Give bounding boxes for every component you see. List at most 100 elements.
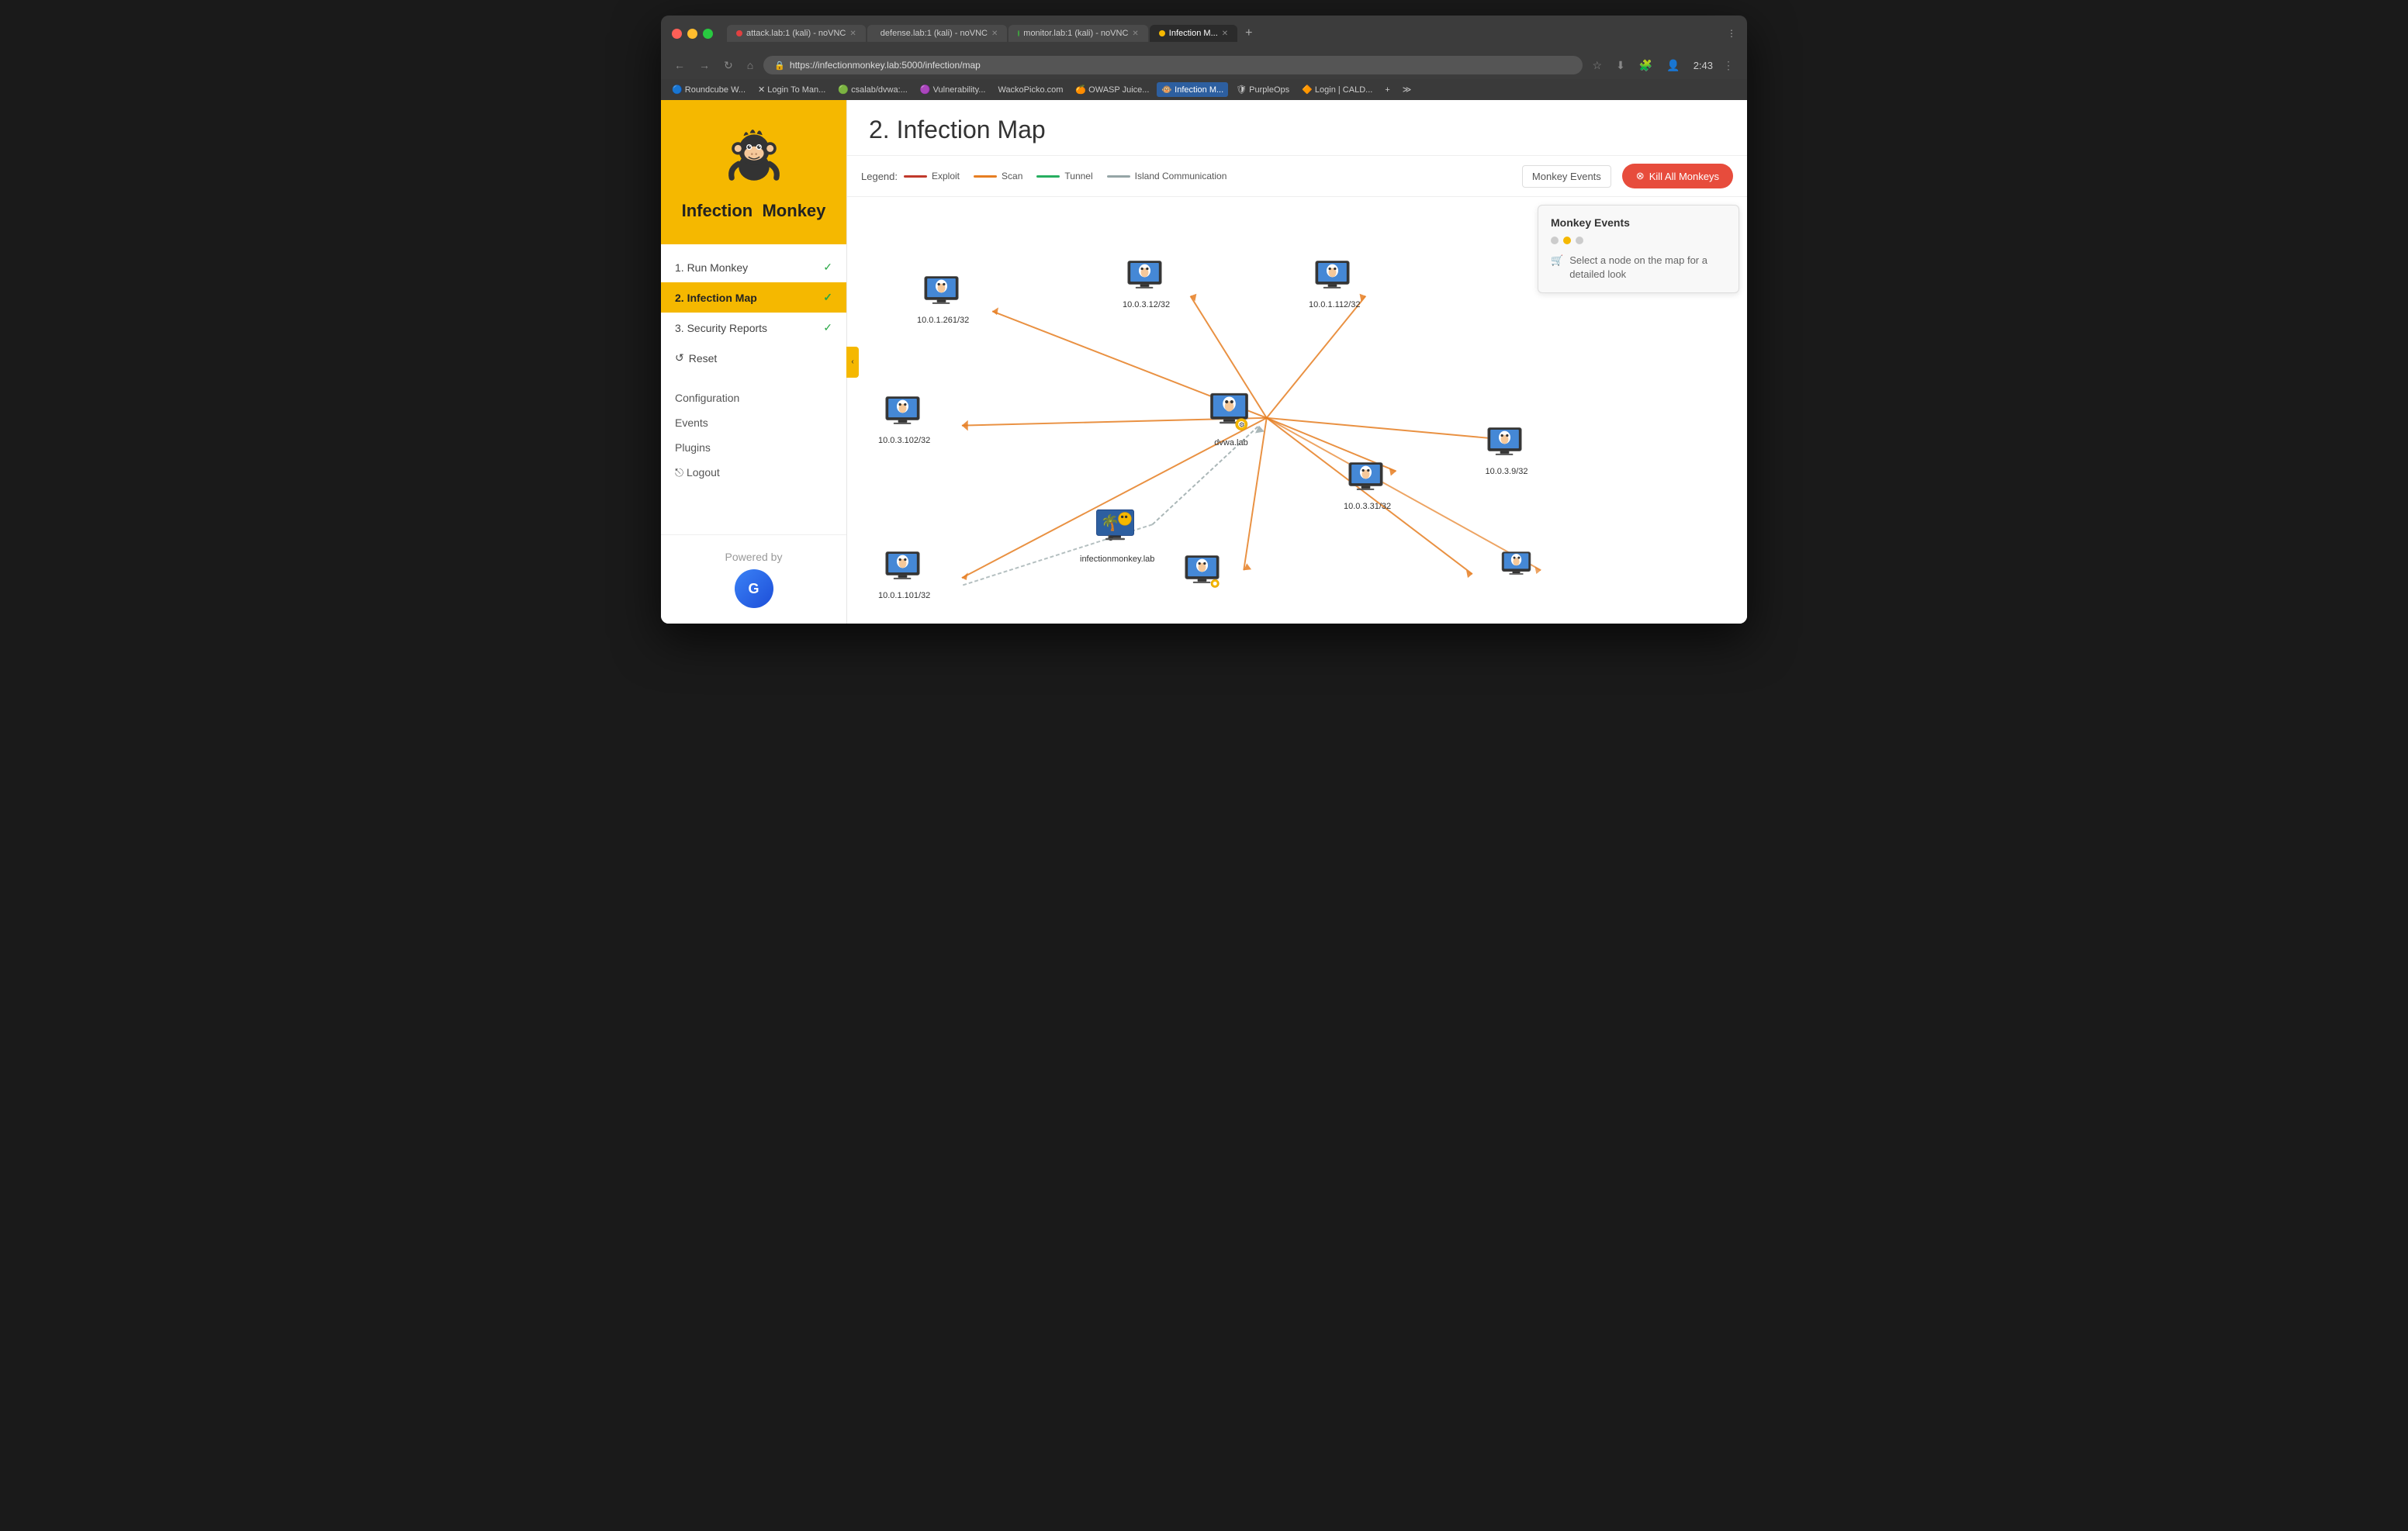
run-monkey-check: ✓: [823, 261, 832, 274]
tabs-bar: attack.lab:1 (kali) - noVNC ✕ defense.la…: [727, 23, 1721, 43]
sidebar-item-reset[interactable]: ↺ Reset: [661, 343, 846, 373]
tab-label: Infection M...: [1169, 29, 1218, 38]
island-line: [1107, 175, 1130, 178]
tab-close[interactable]: ✕: [1132, 29, 1138, 38]
reload-button[interactable]: ↻: [720, 57, 737, 74]
node-infectionmonkey[interactable]: 🌴 infectionmonkey.lab: [1080, 507, 1154, 564]
more-bookmarks[interactable]: ≫: [1398, 82, 1417, 97]
panel-message: 🛒 Select a node on the map for a detaile…: [1551, 254, 1726, 282]
monkey-logo-icon: [719, 123, 789, 193]
infection-bookmark[interactable]: 🐵 Infection M...: [1157, 82, 1228, 97]
vulnerability-bookmark[interactable]: 🟣 Vulnerability...: [915, 82, 991, 97]
caldera-bookmark[interactable]: 🔶 Login | CALD...: [1297, 82, 1377, 97]
new-tab-button[interactable]: +: [1239, 23, 1258, 43]
bookmark-button[interactable]: ☆: [1589, 57, 1607, 74]
bookmarks-bar: 🔵 Roundcube W... ✕ Login To Man... 🟢 csa…: [661, 79, 1747, 100]
browser-window: attack.lab:1 (kali) - noVNC ✕ defense.la…: [661, 16, 1747, 624]
node-1[interactable]: 10.0.1.261/32: [917, 275, 969, 325]
node-7[interactable]: 10.0.1.101/32: [878, 550, 930, 600]
node-2[interactable]: 10.0.3.12/32: [1123, 259, 1170, 309]
legend-scan: Scan: [974, 171, 1022, 181]
kill-icon: ⊗: [1636, 170, 1645, 182]
sidebar-collapse-tab[interactable]: ‹: [846, 347, 859, 378]
tab-attack[interactable]: attack.lab:1 (kali) - noVNC ✕: [727, 25, 866, 42]
map-controls: Legend: Exploit Scan Tunnel Island Commu…: [847, 156, 1747, 197]
tab-dot: [1159, 30, 1165, 36]
tab-label: defense.lab:1 (kali) - noVNC: [881, 29, 988, 38]
maximize-button[interactable]: [703, 29, 713, 39]
sidebar-item-logout[interactable]: ⎋ Logout: [661, 460, 846, 486]
monkey-events-button[interactable]: Monkey Events: [1522, 165, 1611, 188]
node-5-label: 10.0.3.31/32: [1344, 502, 1391, 511]
node-1-label: 10.0.1.261/32: [917, 316, 969, 325]
logout-label: Logout: [687, 466, 720, 479]
exploit-line: [904, 175, 927, 178]
sidebar-item-security-reports[interactable]: 3. Security Reports ✓: [661, 313, 846, 343]
node-dvwa[interactable]: ⚙ dvwa.lab: [1204, 391, 1258, 448]
tab-infection[interactable]: Infection M... ✕: [1150, 25, 1237, 42]
close-button[interactable]: [672, 29, 682, 39]
add-bookmark[interactable]: +: [1380, 83, 1394, 97]
node-3-label: 10.0.1.112/32: [1309, 300, 1360, 309]
sidebar-item-run-monkey[interactable]: 1. Run Monkey ✓: [661, 252, 846, 282]
exploit-label: Exploit: [932, 171, 960, 181]
node-5[interactable]: 10.0.3.31/32: [1344, 461, 1391, 511]
node-9[interactable]: [1499, 550, 1538, 582]
extensions-button[interactable]: 🧩: [1635, 57, 1656, 74]
purpleops-bookmark[interactable]: 🛡 PurpleOps: [1231, 82, 1294, 97]
sidebar-item-plugins[interactable]: Plugins: [661, 435, 846, 460]
tab-monitor[interactable]: monitor.lab:1 (kali) - noVNC ✕: [1009, 25, 1148, 42]
panel-dots: [1551, 237, 1726, 244]
forward-button[interactable]: →: [695, 57, 714, 74]
download-button[interactable]: ⬇: [1612, 57, 1629, 74]
tab-label: monitor.lab:1 (kali) - noVNC: [1023, 29, 1128, 38]
node-4-label: 10.0.3.102/32: [878, 436, 930, 445]
tab-close[interactable]: ✕: [849, 29, 856, 38]
tab-close[interactable]: ✕: [991, 29, 998, 38]
sidebar-logo: Infection Monkey: [661, 100, 846, 244]
cslab-bookmark[interactable]: 🟢 csalab/dvwa:...: [833, 82, 912, 97]
sidebar-item-infection-map[interactable]: 2. Infection Map ✓: [661, 282, 846, 313]
nav-label-run: 1. Run Monkey: [675, 261, 748, 274]
main-content: 2. Infection Map Legend: Exploit Scan Tu…: [847, 100, 1747, 624]
menu-button[interactable]: ⋮: [1719, 57, 1738, 74]
roundcube-bookmark[interactable]: 🔵 Roundcube W...: [667, 82, 750, 97]
brand-first: Infection: [682, 201, 753, 220]
scan-line: [974, 175, 997, 178]
node-2-label: 10.0.3.12/32: [1123, 300, 1170, 309]
node-3[interactable]: 10.0.1.112/32: [1309, 259, 1360, 309]
tab-defense[interactable]: defense.lab:1 (kali) - noVNC ✕: [867, 25, 1007, 42]
dot-3: [1576, 237, 1583, 244]
node-4[interactable]: 10.0.3.102/32: [878, 395, 930, 445]
node-infectionmonkey-label: infectionmonkey.lab: [1080, 555, 1154, 564]
owasp-bookmark[interactable]: 🍊 OWASP Juice...: [1071, 82, 1154, 97]
legend-tunnel: Tunnel: [1036, 171, 1092, 181]
title-bar: attack.lab:1 (kali) - noVNC ✕ defense.la…: [661, 16, 1747, 51]
window-controls: ⋮: [1727, 28, 1736, 39]
monkey-events-panel: Monkey Events 🛒 Select a node on the map…: [1538, 205, 1739, 293]
map-actions: Monkey Events ⊗ Kill All Monkeys: [1522, 164, 1733, 188]
kill-all-button[interactable]: ⊗ Kill All Monkeys: [1622, 164, 1733, 188]
dot-2: [1563, 237, 1571, 244]
home-button[interactable]: ⌂: [743, 57, 757, 74]
node-6[interactable]: 10.0.3.9/32: [1483, 426, 1530, 476]
sidebar-footer: Powered by G: [661, 534, 846, 624]
legend-label: Legend:: [861, 171, 898, 182]
reset-icon: ↺: [675, 351, 684, 365]
wackopicko-bookmark[interactable]: WackoPicko.com: [993, 83, 1067, 97]
back-button[interactable]: ←: [670, 57, 689, 74]
minimize-button[interactable]: [687, 29, 697, 39]
island-label: Island Communication: [1135, 171, 1227, 181]
tab-close[interactable]: ✕: [1222, 29, 1228, 38]
profile-button[interactable]: 👤: [1662, 57, 1683, 74]
tab-dot: [1018, 30, 1020, 36]
node-8[interactable]: [1181, 554, 1227, 593]
address-bar[interactable]: 🔒 https://infectionmonkey.lab:5000/infec…: [763, 56, 1582, 74]
logintoman-bookmark[interactable]: ✕ Login To Man...: [753, 82, 830, 97]
legend-exploit: Exploit: [904, 171, 960, 181]
sidebar-item-events[interactable]: Events: [661, 410, 846, 435]
infection-map-check: ✓: [823, 291, 832, 304]
map-area: ⚙ dvwa.lab 🌴: [847, 197, 1747, 624]
nav-label-map: 2. Infection Map: [675, 292, 757, 304]
sidebar-item-configuration[interactable]: Configuration: [661, 385, 846, 410]
